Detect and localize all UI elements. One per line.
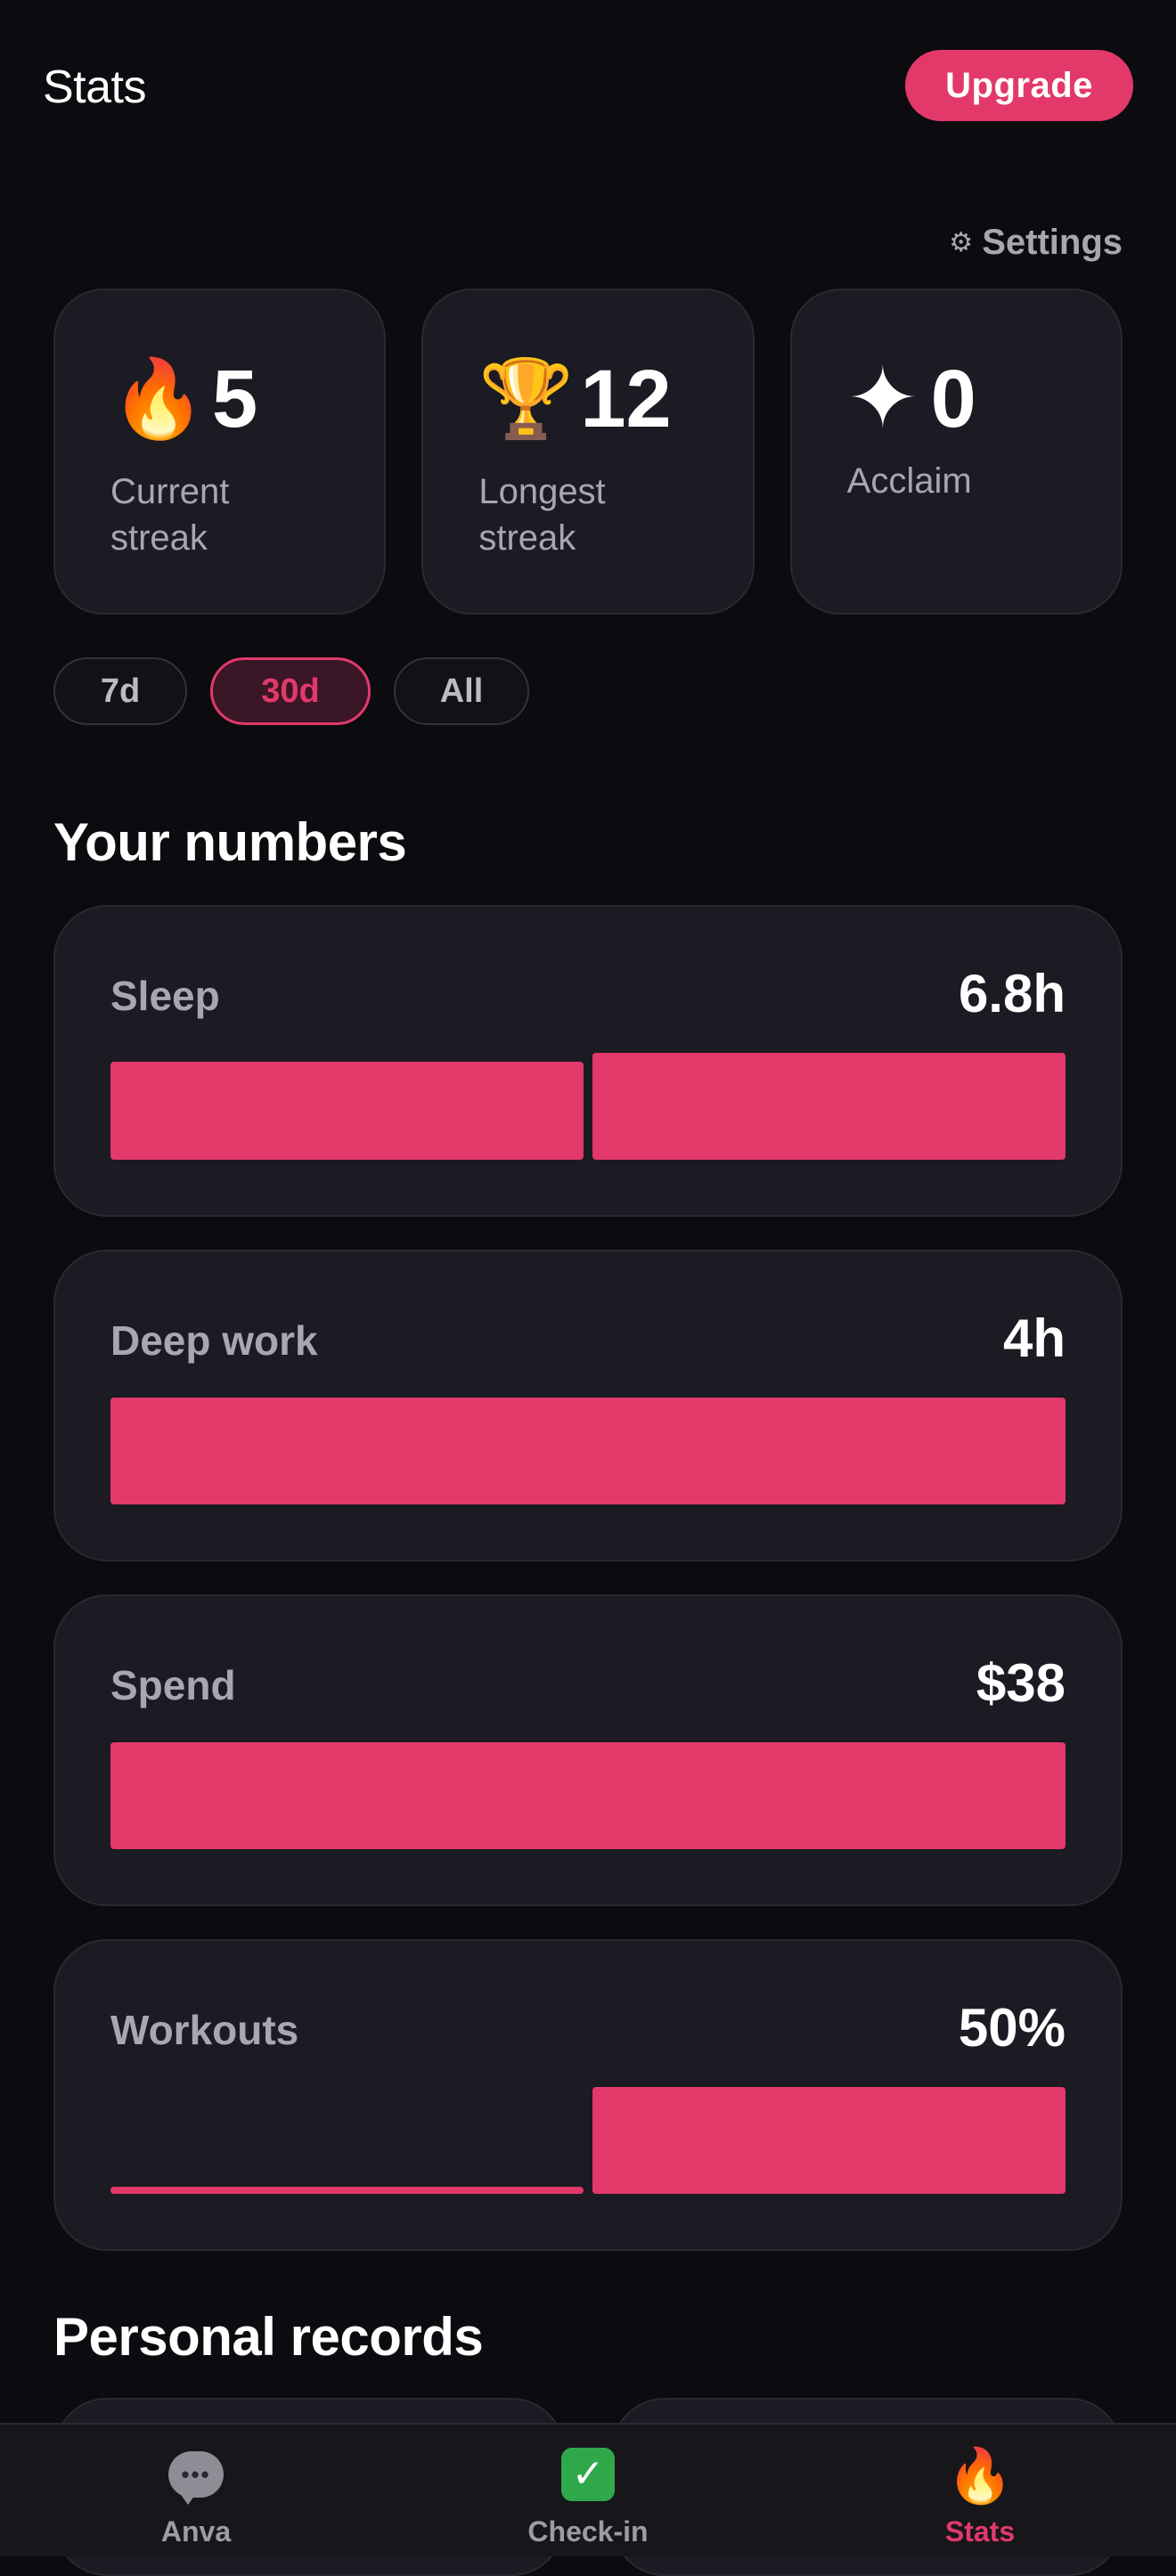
tab-stats[interactable]: 🔥 Stats bbox=[784, 2425, 1176, 2556]
tab-label: Anva bbox=[160, 2515, 232, 2547]
personal-records-title: Personal records bbox=[53, 2307, 484, 2367]
metric-card-workouts: Workouts 50% bbox=[53, 1939, 1123, 2251]
page-title: Stats bbox=[43, 61, 147, 113]
fire-icon: 🔥 bbox=[110, 356, 207, 442]
metric-label: Deep work bbox=[110, 1317, 318, 1364]
metric-label: Spend bbox=[110, 1662, 236, 1708]
acclaim-label: Acclaim bbox=[846, 461, 972, 501]
stat-card-current-streak: 🔥 5 Current streak bbox=[53, 289, 387, 615]
sparkle-icon: ✦ bbox=[846, 351, 919, 446]
metric-bar bbox=[110, 1062, 584, 1160]
current-streak-value: 5 bbox=[212, 354, 258, 444]
metric-value: $38 bbox=[976, 1653, 1066, 1713]
gear-icon: ⚙ bbox=[949, 228, 974, 257]
metric-bar bbox=[592, 2087, 1066, 2194]
current-streak-label: Current streak bbox=[110, 472, 230, 558]
tab-anva[interactable]: ••• Anva bbox=[0, 2425, 392, 2556]
longest-streak-label: Longest streak bbox=[478, 472, 606, 558]
metric-label: Workouts bbox=[110, 2007, 299, 2053]
tab-bar: ••• Anva ✓ Check-in 🔥 Stats bbox=[0, 2423, 1176, 2556]
chat-bubble-icon: ••• bbox=[168, 2448, 224, 2505]
stat-cards: 🔥 5 Current streak 🏆 12 Longest streak ✦… bbox=[53, 289, 1123, 615]
metric-bar bbox=[110, 2187, 584, 2194]
your-numbers-title: Your numbers bbox=[53, 812, 407, 872]
metric-bars bbox=[110, 1053, 1066, 1160]
trophy-icon: 🏆 bbox=[478, 356, 575, 442]
upgrade-button[interactable]: Upgrade bbox=[905, 50, 1133, 121]
metric-bar bbox=[110, 1398, 1066, 1504]
longest-streak-value: 12 bbox=[580, 354, 672, 444]
range-7d[interactable]: 7d bbox=[53, 657, 187, 725]
metric-card-spend: Spend $38 bbox=[53, 1594, 1123, 1906]
fire-icon: 🔥 bbox=[946, 2446, 1014, 2506]
header: Stats Upgrade bbox=[0, 0, 1176, 169]
settings-label: Settings bbox=[982, 223, 1123, 262]
acclaim-value: 0 bbox=[930, 354, 976, 444]
metric-value: 50% bbox=[958, 1998, 1066, 2058]
tab-check-in[interactable]: ✓ Check-in bbox=[392, 2425, 784, 2556]
stat-card-longest-streak: 🏆 12 Longest streak bbox=[421, 289, 755, 615]
tab-label: Check-in bbox=[527, 2515, 649, 2547]
metric-card-deep-work: Deep work 4h bbox=[53, 1250, 1123, 1561]
metric-bar bbox=[592, 1053, 1066, 1160]
range-30d[interactable]: 30d bbox=[210, 657, 371, 725]
metric-bars bbox=[110, 1742, 1066, 1849]
metric-bars bbox=[110, 2087, 1066, 2194]
metric-value: 6.8h bbox=[958, 964, 1066, 1023]
stat-card-acclaim: ✦ 0 Acclaim bbox=[789, 289, 1123, 615]
metric-value: 4h bbox=[1002, 1308, 1066, 1368]
metric-card-sleep: Sleep 6.8h bbox=[53, 905, 1123, 1217]
metric-label: Sleep bbox=[110, 973, 220, 1019]
checkmark-icon: ✓ bbox=[561, 2448, 615, 2505]
metric-bars bbox=[110, 1398, 1066, 1504]
tab-label: Stats bbox=[944, 2515, 1016, 2547]
metric-bar bbox=[110, 1742, 1066, 1849]
range-filter: 7d 30d All bbox=[53, 657, 529, 725]
settings-link[interactable]: ⚙ Settings bbox=[949, 223, 1123, 263]
range-all[interactable]: All bbox=[394, 657, 529, 725]
